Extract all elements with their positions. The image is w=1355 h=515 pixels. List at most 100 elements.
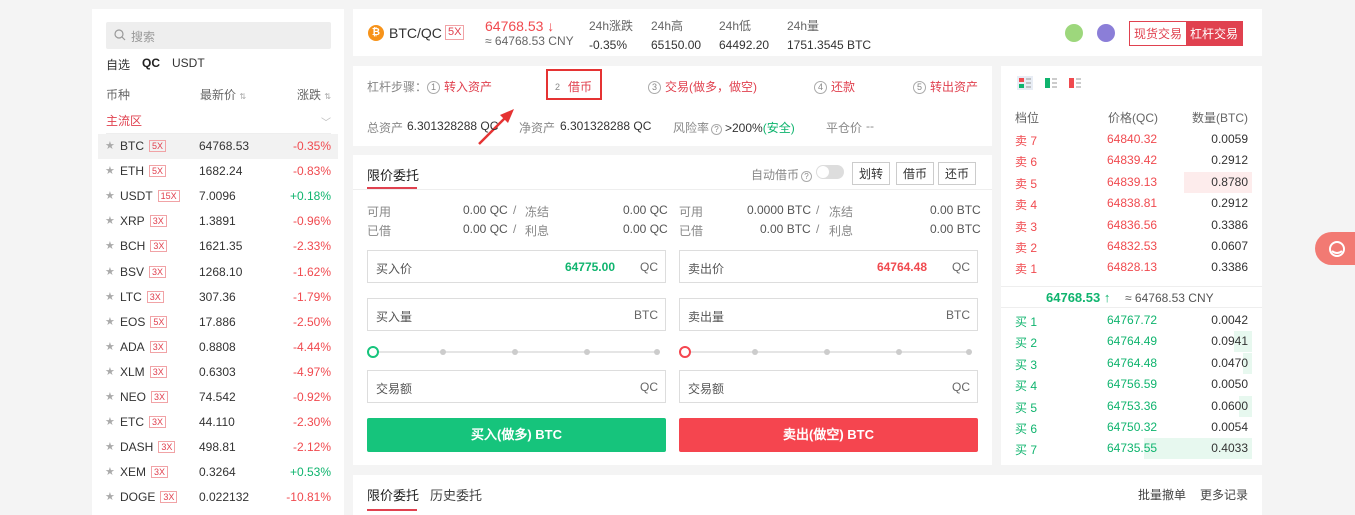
theme-icon[interactable] [1065,24,1083,42]
more-records-link[interactable]: 更多记录 [1200,486,1248,503]
slider-handle[interactable] [367,346,379,358]
market-row[interactable]: ★ XEM 3X 0.3264 +0.53% [98,460,338,485]
step-3[interactable]: 3 交易(做多，做空) [648,78,757,95]
tab-favorites[interactable]: 自选 [106,56,130,73]
market-row[interactable]: ★ XRP 3X 1.3891 -0.96% [98,209,338,234]
tab-usdt[interactable]: USDT [172,56,205,73]
star-icon[interactable]: ★ [105,265,115,278]
auto-borrow-toggle[interactable] [816,165,844,179]
sell-total-input[interactable]: 交易额 QC [679,370,978,403]
ask-row[interactable]: 卖 6 64839.42 0.2912 [1001,150,1248,171]
book-asks-icon[interactable] [1067,76,1083,90]
market-row[interactable]: ★ ETC 3X 44.110 -2.30% [98,410,338,435]
leverage-badge: 3X [149,340,167,353]
customer-service-button[interactable] [1315,232,1355,265]
tab-qc[interactable]: QC [142,56,160,73]
star-icon[interactable]: ★ [105,290,115,303]
search-input[interactable]: 搜索 [106,22,331,49]
transfer-button[interactable]: 划转 [852,162,891,185]
star-icon[interactable]: ★ [105,239,115,252]
buy-price-input[interactable]: 买入价 64775.00 QC [367,250,666,283]
star-icon[interactable]: ★ [105,315,115,328]
market-row[interactable]: ★ ADA 3X 0.8808 -4.44% [98,335,338,360]
book-amount: 0.8780 [1211,174,1248,189]
last-price: 64768.53 ↓ [485,18,555,34]
settings-icon[interactable] [1097,24,1115,42]
bid-row[interactable]: 买 3 64764.48 0.0470 [1001,352,1252,374]
sell-frozen-label: 冻结 [829,205,854,219]
star-icon[interactable]: ★ [105,139,115,152]
zone-header[interactable]: 主流区 ﹀ [106,112,331,134]
market-price: 1268.10 [199,264,243,279]
star-icon[interactable]: ★ [105,365,115,378]
ask-row[interactable]: 卖 1 64828.13 0.3386 [1001,257,1248,278]
star-icon[interactable]: ★ [105,465,115,478]
buy-amount-input[interactable]: 买入量 BTC [367,298,666,331]
order-book: 档位 价格(QC) 数量(BTC) 卖 7 64840.32 0.0059 卖 6 64… [1001,66,1262,465]
bid-row[interactable]: 买 2 64764.49 0.0941 [1001,331,1252,353]
market-row[interactable]: ★ DOGE 3X 0.022132 -10.81% [98,485,338,510]
sell-frozen-value: 0.00 BTC [930,203,981,217]
bid-row[interactable]: 买 7 64735.55 0.4033 [1001,438,1252,460]
slider-handle[interactable] [679,346,691,358]
buy-frozen-value: 0.00 QC [623,203,668,217]
pair-name[interactable]: BTC/QC [389,25,442,41]
star-icon[interactable]: ★ [105,164,115,177]
ask-row[interactable]: 卖 4 64838.81 0.2912 [1001,193,1248,214]
buy-long-button[interactable]: 买入(做多) BTC [367,418,666,452]
margin-trade-button[interactable]: 杠杆交易 [1186,22,1243,45]
col-last-price[interactable]: 最新价 ⇅ [200,86,246,103]
sell-amount-slider[interactable] [679,346,972,358]
ask-row[interactable]: 卖 3 64836.56 0.3386 [1001,215,1248,236]
batch-cancel-link[interactable]: 批量撤单 [1138,486,1186,503]
book-both-icon[interactable] [1017,76,1033,90]
book-price: 64750.32 [1107,420,1158,434]
col-coin[interactable]: 币种 [106,86,130,103]
step-1[interactable]: 1 转入资产 [427,78,492,95]
market-symbol: XLM 3X [120,365,167,379]
market-row[interactable]: ★ LTC 3X 307.36 -1.79% [98,285,338,310]
star-icon[interactable]: ★ [105,440,115,453]
market-row[interactable]: ★ NEO 3X 74.542 -0.92% [98,385,338,410]
step-4[interactable]: 4 还款 [814,78,855,95]
market-row[interactable]: ★ BSV 3X 1268.10 -1.62% [98,260,338,285]
bid-row[interactable]: 买 6 64750.32 0.0054 [1001,417,1248,438]
star-icon[interactable]: ★ [105,415,115,428]
star-icon[interactable]: ★ [105,340,115,353]
step-5[interactable]: 5 转出资产 [913,78,978,95]
star-icon[interactable]: ★ [105,390,115,403]
market-row[interactable]: ★ BTC 5X 64768.53 -0.35% [98,134,338,159]
market-row[interactable]: ★ USDT 15X 7.0096 +0.18% [98,184,338,209]
market-price: 17.886 [199,314,236,329]
market-row[interactable]: ★ DASH 3X 498.81 -2.12% [98,435,338,460]
ask-row[interactable]: 卖 7 64840.32 0.0059 [1001,129,1248,150]
bid-row[interactable]: 买 1 64767.72 0.0042 [1001,310,1248,331]
market-symbol: XEM 3X [120,465,169,479]
book-bids-icon[interactable] [1043,76,1059,90]
ask-row[interactable]: 卖 2 64832.53 0.0607 [1001,236,1248,257]
repay-button[interactable]: 还币 [938,162,977,185]
order-title[interactable]: 限价委托 [367,165,419,184]
buy-amount-slider[interactable] [367,346,660,358]
sell-amount-input[interactable]: 卖出量 BTC [679,298,978,331]
market-row[interactable]: ★ BCH 3X 1621.35 -2.33% [98,234,338,259]
bid-row[interactable]: 买 5 64753.36 0.0600 [1001,395,1252,417]
market-row[interactable]: ★ EOS 5X 17.886 -2.50% [98,310,338,335]
spot-trade-button[interactable]: 现货交易 [1130,22,1187,45]
buy-total-input[interactable]: 交易额 QC [367,370,666,403]
sell-price-input[interactable]: 卖出价 64764.48 QC [679,250,978,283]
tab-limit-orders[interactable]: 限价委托 [367,485,419,504]
star-icon[interactable]: ★ [105,490,115,503]
market-row[interactable]: ★ ETH 5X 1682.24 -0.83% [98,159,338,184]
ask-row[interactable]: 卖 5 64839.13 0.8780 [1001,171,1252,193]
market-price: 0.022132 [199,490,250,505]
star-icon[interactable]: ★ [105,189,115,202]
market-row[interactable]: ★ XLM 3X 0.6303 -4.97% [98,360,338,385]
star-icon[interactable]: ★ [105,214,115,227]
tab-history-orders[interactable]: 历史委托 [430,485,482,504]
borrow-button[interactable]: 借币 [896,162,935,185]
sell-short-button[interactable]: 卖出(做空) BTC [679,418,978,452]
col-change[interactable]: 涨跌 ⇅ [297,86,331,103]
leverage-badge: 3X [149,365,167,378]
bid-row[interactable]: 买 4 64756.59 0.0050 [1001,374,1248,395]
